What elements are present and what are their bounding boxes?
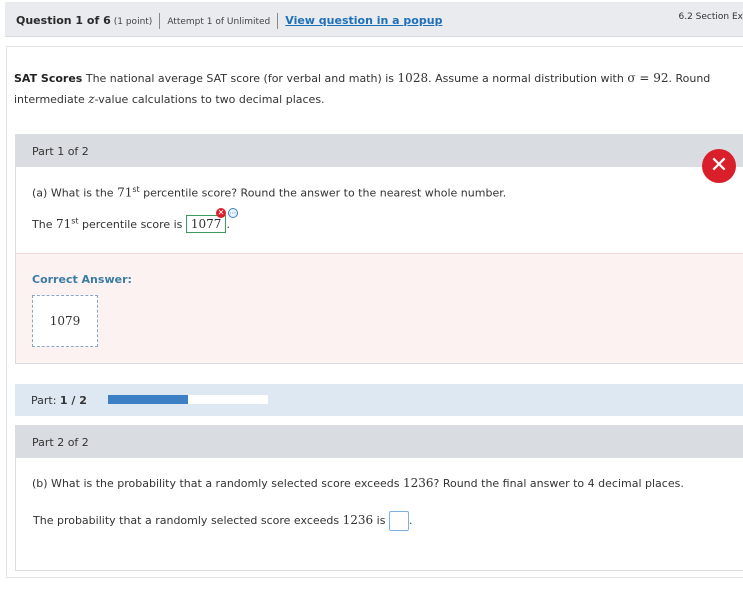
mean-value: 1028 xyxy=(397,71,429,85)
divider xyxy=(159,13,161,29)
more-icon[interactable]: ⋯ xyxy=(228,208,238,218)
question-number: Question 1 of 6 xyxy=(16,14,111,27)
intro-text: . Assume a normal distribution with xyxy=(428,72,628,85)
probability-input[interactable] xyxy=(388,511,409,531)
correct-answer-panel: Correct Answer: 1079 xyxy=(16,253,743,363)
popup-link[interactable]: View question in a popup xyxy=(285,14,442,27)
intro-title: SAT Scores xyxy=(14,72,83,85)
intro-text: -value calculations to two decimal place… xyxy=(94,93,325,106)
part-2-panel: Part 2 of 2 xyxy=(15,425,743,571)
progress-label: Part: xyxy=(31,394,60,407)
progress-bar xyxy=(108,395,268,404)
incorrect-icon: ✕ xyxy=(702,149,736,183)
ordinal-suffix: st xyxy=(71,216,79,226)
part-2-title: Part 2 of 2 xyxy=(32,436,89,449)
score-value: 1236 xyxy=(402,476,434,490)
divider xyxy=(277,13,279,29)
question-intro: SAT Scores The national average SAT scor… xyxy=(14,68,736,110)
score-value: 1236 xyxy=(342,513,374,527)
period: . xyxy=(408,514,413,527)
percentile-number: 71 xyxy=(55,217,72,231)
part-1-header: Part 1 of 2 xyxy=(16,135,743,167)
question-header-bar: Question 1 of 6 (1 point) Attempt 1 of Unl… xyxy=(5,2,743,37)
question-text: (a) What is the xyxy=(32,186,118,200)
question-points: (1 point) xyxy=(113,17,153,27)
part-1-title: Part 1 of 2 xyxy=(32,145,89,158)
progress-fill xyxy=(108,395,188,404)
part-1-question: (a) What is the 71st percentile score? R… xyxy=(32,185,506,200)
ordinal-suffix: st xyxy=(132,185,140,194)
part-2-answer-line: The probability that a randomly selected… xyxy=(33,511,412,531)
answer-text: is xyxy=(373,514,389,527)
answer-text: The xyxy=(32,218,56,231)
part-2-header: Part 2 of 2 xyxy=(16,426,743,458)
question-text: percentile score? Round the answer to th… xyxy=(139,186,507,200)
intro-text: The national average SAT score (for verb… xyxy=(82,72,398,85)
question-info: Question 1 of 6 (1 point) Attempt 1 of Unl… xyxy=(16,13,442,29)
attempt-info: Attempt 1 of Unlimited xyxy=(167,17,271,27)
percentile-number: 71 xyxy=(117,185,133,200)
question-text: (b) What is the probability that a rando… xyxy=(32,477,403,490)
part-progress: Part: 1 / 2 xyxy=(15,384,743,416)
period: . xyxy=(226,218,230,231)
sigma-value: σ = 92 xyxy=(627,71,669,85)
part-2-question: (b) What is the probability that a rando… xyxy=(32,476,684,490)
progress-text: Part: 1 / 2 xyxy=(31,394,87,407)
correct-answer-value: 1079 xyxy=(32,295,98,347)
x-icon: ✕ xyxy=(216,208,226,218)
progress-value: 1 / 2 xyxy=(59,394,87,407)
part-1-answer-line: The 71st percentile score is 1077. xyxy=(32,215,230,233)
answer-text: percentile score is xyxy=(78,218,186,231)
correct-answer-label: Correct Answer: xyxy=(32,273,132,286)
section-title: 6.2 Section Ex xyxy=(678,12,743,22)
question-text: ? Round the final answer to 4 decimal pl… xyxy=(433,477,684,490)
answer-text: The probability that a randomly selected… xyxy=(33,514,343,527)
